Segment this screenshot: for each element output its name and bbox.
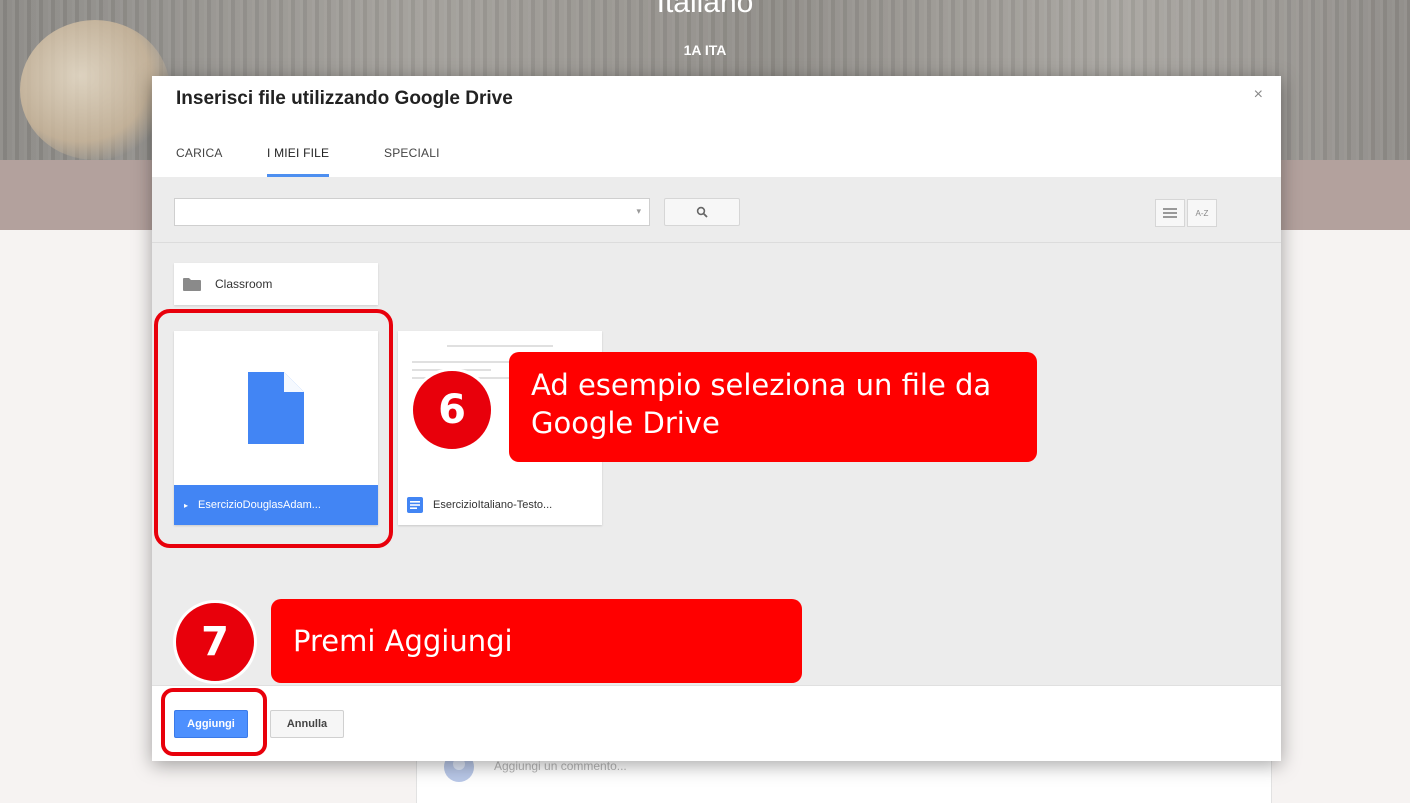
cancel-button[interactable]: Annulla: [270, 710, 344, 738]
file-name: EsercizioItaliano-Testo...: [433, 499, 553, 511]
close-icon[interactable]: ×: [1254, 86, 1263, 104]
tab-i-miei-file[interactable]: I MIEI FILE: [267, 146, 330, 177]
callout-step-6: Ad esempio seleziona un file da Google D…: [509, 352, 1037, 462]
search-field[interactable]: ▾: [174, 198, 650, 226]
file-name: EsercizioDouglasAdam...: [198, 499, 321, 511]
search-icon: [696, 206, 708, 218]
file-type-icon: ▸: [184, 500, 189, 510]
search-input[interactable]: [175, 199, 615, 225]
file-footer: EsercizioItaliano-Testo...: [398, 485, 602, 525]
folder-icon: [183, 277, 201, 291]
dialog-footer: Aggiungi Annulla: [152, 685, 1281, 761]
folder-label: Classroom: [215, 277, 273, 291]
header-image: [20, 20, 170, 160]
file-thumbnail: [174, 331, 378, 485]
list-view-button[interactable]: [1155, 199, 1185, 227]
doc-icon: [407, 497, 423, 513]
doc-icon: [248, 372, 304, 444]
step-badge-7: 7: [173, 600, 257, 684]
search-button[interactable]: [664, 198, 740, 226]
dialog-title: Inserisci file utilizzando Google Drive: [176, 88, 513, 109]
callout-step-7: Premi Aggiungi: [271, 599, 802, 683]
toolbar: ▾ A-Z: [152, 177, 1281, 243]
comment-input[interactable]: Aggiungi un commento...: [494, 759, 627, 773]
file-tile-selected[interactable]: ▸ EsercizioDouglasAdam...: [174, 331, 378, 525]
course-title: Italiano: [656, 0, 754, 19]
tab-carica[interactable]: CARICA: [176, 146, 223, 174]
add-button[interactable]: Aggiungi: [174, 710, 248, 738]
sort-az-icon: A-Z: [1195, 208, 1209, 218]
folder-classroom[interactable]: Classroom: [174, 263, 378, 305]
sort-button[interactable]: A-Z: [1187, 199, 1217, 227]
course-section: 1A ITA: [683, 42, 727, 58]
chevron-down-icon[interactable]: ▾: [636, 206, 641, 217]
tab-bar: CARICA I MIEI FILE SPECIALI: [152, 140, 1281, 178]
step-badge-6: 6: [410, 368, 494, 452]
list-icon: [1163, 208, 1177, 218]
tab-speciali[interactable]: SPECIALI: [384, 146, 440, 174]
file-footer: ▸ EsercizioDouglasAdam...: [174, 485, 378, 525]
